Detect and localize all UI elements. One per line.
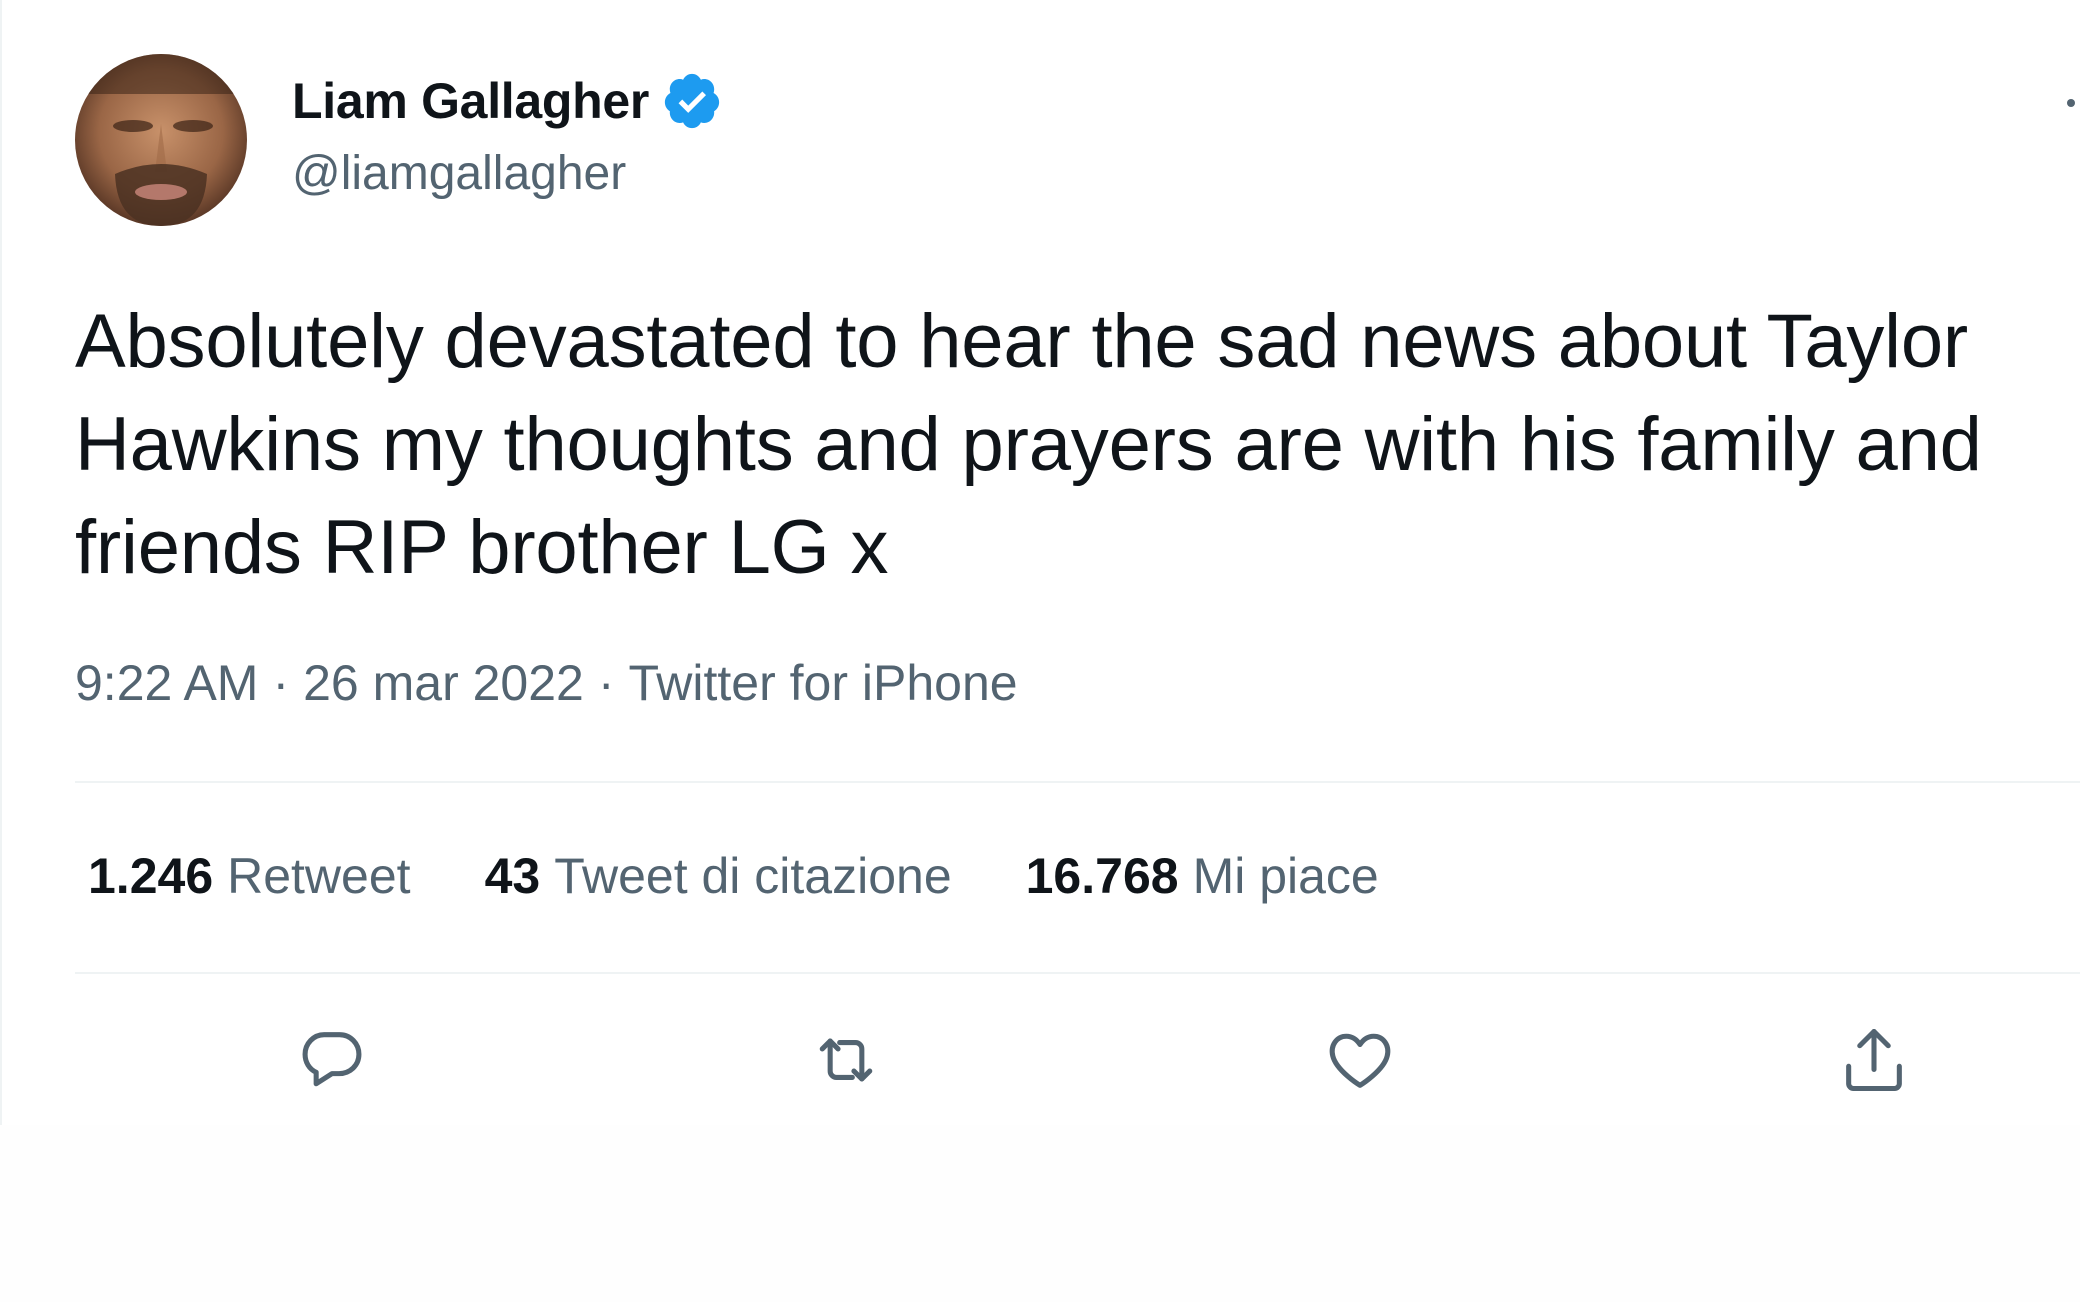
likes-count: 16.768 [1025,848,1179,904]
verified-badge-icon [661,70,723,132]
like-icon [1329,1033,1391,1088]
share-icon [1846,1028,1902,1092]
author-name-row: Liam Gallagher [292,70,723,132]
likes-stat[interactable]: 16.768 Mi piace [1026,847,1379,905]
retweets-label: Retweet [227,848,411,904]
engagement-stats: 1.246 Retweet 43 Tweet di citazione 16.7… [88,847,1379,905]
retweets-count: 1.246 [88,848,214,904]
tweet-source[interactable]: Twitter for iPhone [629,654,1018,712]
tweet-card: Liam Gallagher @liamgallagher Absolutely… [0,0,2080,1125]
retweet-icon [819,1038,873,1082]
author-handle[interactable]: @liamgallagher [292,146,626,201]
likes-label: Mi piace [1192,848,1379,904]
author-display-name[interactable]: Liam Gallagher [292,72,649,130]
reply-icon [302,1032,362,1087]
meta-separator: · [272,655,290,711]
tweet-date[interactable]: 26 mar 2022 [303,654,584,712]
meta-separator: · [597,655,615,711]
divider [75,781,2080,783]
avatar[interactable] [75,54,247,226]
retweets-stat[interactable]: 1.246 Retweet [88,847,411,905]
reply-button[interactable] [292,1020,372,1100]
quotes-label: Tweet di citazione [554,848,952,904]
like-button[interactable] [1320,1020,1400,1100]
divider [75,972,2080,974]
more-options-icon[interactable] [2064,96,2078,110]
avatar-image [75,54,247,226]
quotes-count: 43 [484,848,541,904]
share-button[interactable] [1834,1020,1914,1100]
tweet-text: Absolutely devastated to hear the sad ne… [75,299,1982,590]
quotes-stat[interactable]: 43 Tweet di citazione [485,847,952,905]
tweet-meta: 9:22 AM · 26 mar 2022 · Twitter for iPho… [75,654,1018,712]
tweet-time[interactable]: 9:22 AM [75,654,258,712]
retweet-button[interactable] [806,1020,886,1100]
